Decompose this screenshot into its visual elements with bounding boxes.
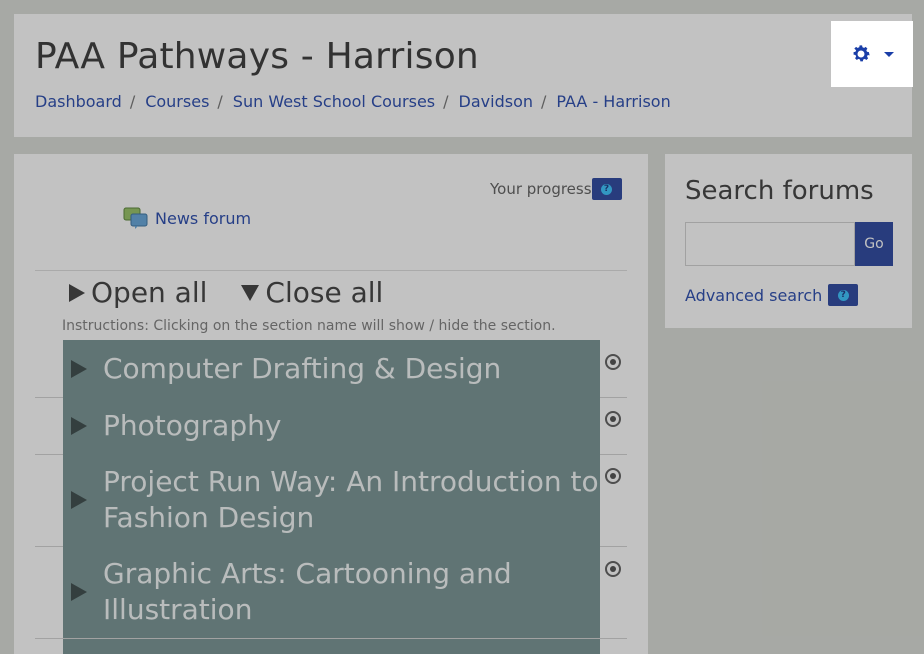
progress-indicator: Your progress ? [490,178,622,200]
breadcrumb-separator: / [217,92,223,111]
section-toggle-photography[interactable]: Photography [63,397,600,454]
progress-help-button[interactable]: ? [591,178,622,200]
breadcrumb: Dashboard / Courses / Sun West School Co… [35,92,671,111]
advanced-search: Advanced search ? [685,284,859,306]
section-toggle-controls: Open all Close all [69,276,417,309]
help-icon: ? [837,289,849,301]
triangle-right-icon [71,359,87,378]
help-icon: ? [601,183,613,195]
section-title: Computer Drafting & Design [103,351,502,385]
news-forum-link[interactable]: News forum [123,206,251,230]
advanced-search-help-button[interactable]: ? [828,284,859,306]
triangle-right-icon [69,283,85,302]
chevron-down-icon [884,51,894,57]
section-title: Photography [103,408,282,442]
breadcrumb-davidson[interactable]: Davidson [459,92,533,111]
open-all-button[interactable]: Open all [69,276,207,309]
section-toggle-graphic-arts[interactable]: Graphic Arts: Cartooning and Illustratio… [63,546,600,638]
breadcrumb-sun-west[interactable]: Sun West School Courses [233,92,435,111]
breadcrumb-separator: / [443,92,449,111]
search-forums-block: Search forums Go Advanced search ? [665,154,912,328]
gear-icon [853,45,870,62]
breadcrumb-separator: / [541,92,547,111]
actions-menu-button[interactable] [831,21,913,87]
search-forums-title: Search forums [685,176,874,206]
breadcrumb-dashboard[interactable]: Dashboard [35,92,122,111]
close-all-button[interactable]: Close all [241,276,383,309]
divider [35,270,627,271]
breadcrumb-courses[interactable]: Courses [145,92,209,111]
page: PAA Pathways - Harrison Dashboard / Cour… [0,0,924,654]
triangle-down-icon [241,284,260,301]
triangle-right-icon [71,416,87,435]
news-forum-label: News forum [155,208,252,228]
completion-radio[interactable] [605,411,621,427]
completion-radio[interactable] [605,354,621,370]
section-toggle-computer-drafting[interactable]: Computer Drafting & Design [63,340,600,397]
close-all-label: Close all [265,276,384,309]
section-toggle-next[interactable] [63,639,600,654]
go-button[interactable]: Go [855,222,893,266]
open-all-label: Open all [91,276,208,309]
breadcrumb-course[interactable]: PAA - Harrison [556,92,670,111]
section-title: Project Run Way: An Introduction to Fash… [103,465,599,534]
section-title: Graphic Arts: Cartooning and Illustratio… [103,557,512,626]
course-content: Your progress ? News forum Open all Clos… [14,154,648,654]
completion-radio[interactable] [605,468,621,484]
breadcrumb-separator: / [129,92,136,111]
advanced-search-link[interactable]: Advanced search [685,286,822,305]
completion-radio[interactable] [605,561,621,577]
forum-icon [123,207,148,229]
triangle-right-icon [71,491,87,509]
section-toggle-project-run-way[interactable]: Project Run Way: An Introduction to Fash… [63,454,600,546]
page-header: PAA Pathways - Harrison Dashboard / Cour… [14,14,912,137]
page-title: PAA Pathways - Harrison [35,36,479,77]
triangle-right-icon [71,583,87,601]
search-forums-input[interactable] [685,222,855,266]
instructions-text: Instructions: Clicking on the section na… [62,318,556,334]
progress-label: Your progress [490,180,592,198]
